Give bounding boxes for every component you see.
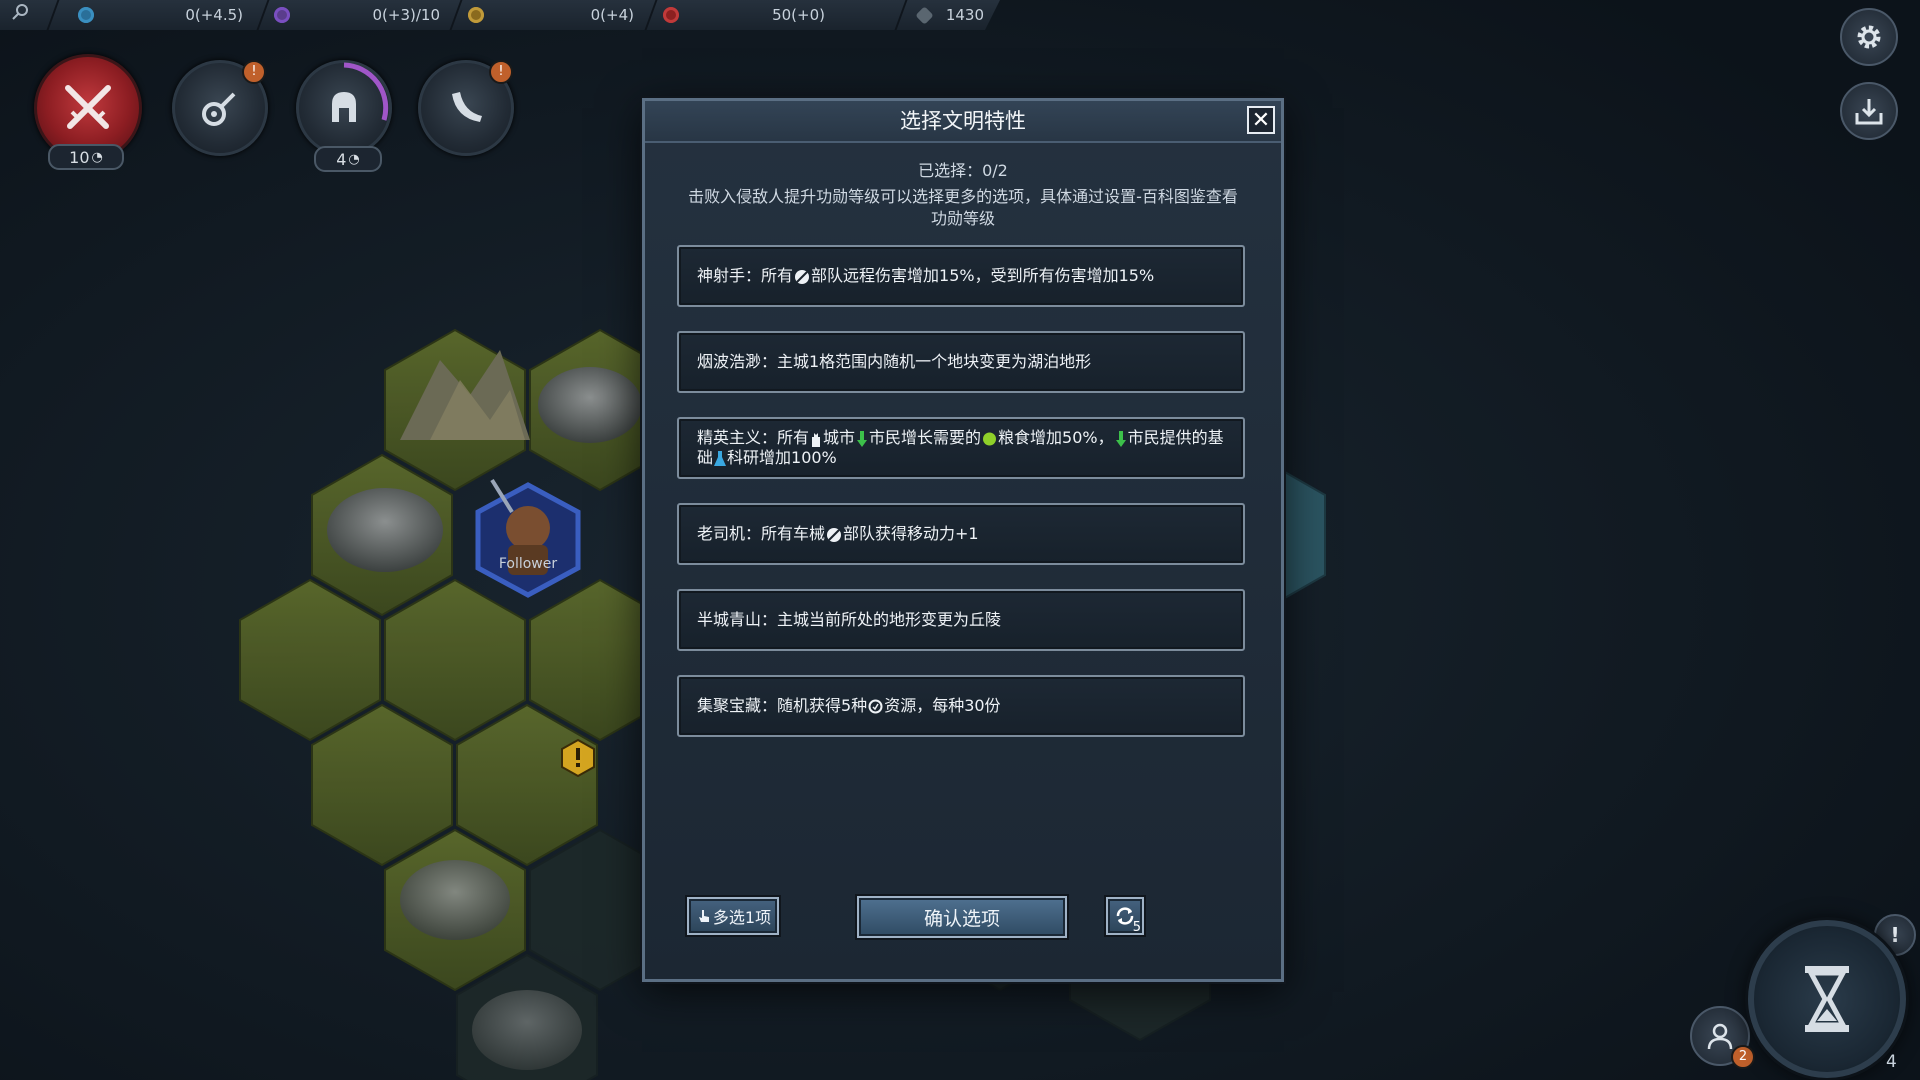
people-icon xyxy=(1707,1023,1733,1050)
science-flask-icon xyxy=(714,450,727,466)
resource-faith: 50(+0) xyxy=(663,0,825,30)
gear-icon xyxy=(1857,25,1881,49)
search-icon[interactable] xyxy=(12,3,30,25)
civilization-trait-dialog: 选择文明特性 ✕ 已选择：0/2 击败入侵敌人提升功勋等级可以选择更多的选项，具… xyxy=(642,98,1284,982)
crossed-swords-icon xyxy=(65,85,111,129)
multi-select-button[interactable]: 多选1项 xyxy=(687,897,779,935)
attack-cost: 10 ◔ xyxy=(48,144,124,170)
timer-icon: ◔ xyxy=(91,149,103,165)
exclamation-icon: ! xyxy=(1890,923,1900,947)
resource-gold: 0(+4) xyxy=(468,0,634,30)
download-tray-icon xyxy=(1855,99,1883,125)
unit-label: Follower xyxy=(499,556,558,572)
star-icon xyxy=(274,7,290,23)
trait-option-hills[interactable]: 半城青山：主城当前所处的地形变更为丘陵 xyxy=(677,589,1245,651)
selected-count: 已选择：0/2 xyxy=(918,161,1008,180)
hourglass-icon xyxy=(1805,966,1849,1032)
dialog-title: 选择文明特性 xyxy=(900,109,1026,133)
flask-icon xyxy=(78,7,94,23)
dialog-header: 选择文明特性 ✕ xyxy=(645,101,1281,143)
hint-text: 击败入侵敌人提升功勋等级可以选择更多的选项，具体通过设置-百科图鉴查看功勋等级 xyxy=(688,187,1238,228)
resource-bar: 0(+4.5) 0(+3)/10 0(+4) 50(+0) 1430 xyxy=(0,0,1000,30)
military-value: 1430 xyxy=(945,6,984,24)
resource-culture: 0(+3)/10 xyxy=(274,0,440,30)
hand-pointer-icon xyxy=(698,910,709,922)
helmet-cost: 4 ◔ xyxy=(314,146,382,172)
timer-icon: ◔ xyxy=(348,151,360,167)
shield-icon xyxy=(795,269,810,284)
science-value: 0(+4.5) xyxy=(185,6,243,24)
refresh-button[interactable]: 5 xyxy=(1106,897,1144,935)
gold-value: 0(+4) xyxy=(590,6,634,24)
close-button[interactable]: ✕ xyxy=(1247,106,1275,134)
helmet-icon xyxy=(663,7,679,23)
helmet-ability-button[interactable] xyxy=(296,60,392,156)
event-marker-icon[interactable] xyxy=(561,738,595,778)
coin-icon xyxy=(468,7,484,23)
settings-button[interactable] xyxy=(1840,8,1898,66)
food-apple-icon xyxy=(983,432,997,446)
city-tower-icon xyxy=(812,432,821,447)
inbox-button[interactable] xyxy=(1840,82,1898,140)
refresh-count: 5 xyxy=(1132,920,1141,935)
cooldown-ring xyxy=(343,62,389,121)
resource-science: 0(+4.5) xyxy=(78,0,243,30)
resource-icon xyxy=(868,699,883,714)
confirm-button[interactable]: 确认选项 xyxy=(857,896,1067,938)
turn-number: 4 xyxy=(1886,1052,1897,1072)
trait-option-elitism[interactable]: 精英主义：所有 城市 市民增长需要的 粮食增加50%， 市民提供的基础 科研增加100% xyxy=(677,417,1245,479)
trait-option-old-driver[interactable]: 老司机：所有车械 部队获得移动力+1 xyxy=(677,503,1245,565)
trait-option-marksman[interactable]: 神射手：所有 部队远程伤害增加15%，受到所有伤害增加15% xyxy=(677,245,1245,307)
faith-value: 50(+0) xyxy=(772,6,825,24)
shield-icon xyxy=(827,527,842,542)
social-badge: 2 xyxy=(1731,1045,1755,1069)
guitar-alert-badge: ! xyxy=(242,60,266,84)
citizen-arrow-icon xyxy=(857,430,868,447)
end-turn-button[interactable] xyxy=(1748,920,1906,1078)
gem-icon xyxy=(915,5,934,25)
horn-alert-badge: ! xyxy=(489,60,513,84)
guitar-icon xyxy=(202,92,236,126)
citizen-arrow-icon xyxy=(1115,430,1126,447)
resource-military: 1430 xyxy=(915,0,984,30)
trait-option-treasure[interactable]: 集聚宝藏：随机获得5种 资源，每种30份 xyxy=(677,675,1245,737)
trait-option-lake[interactable]: 烟波浩渺：主城1格范围内随机一个地块变更为湖泊地形 xyxy=(677,331,1245,393)
culture-value: 0(+3)/10 xyxy=(372,6,441,24)
horn-icon xyxy=(452,92,482,122)
